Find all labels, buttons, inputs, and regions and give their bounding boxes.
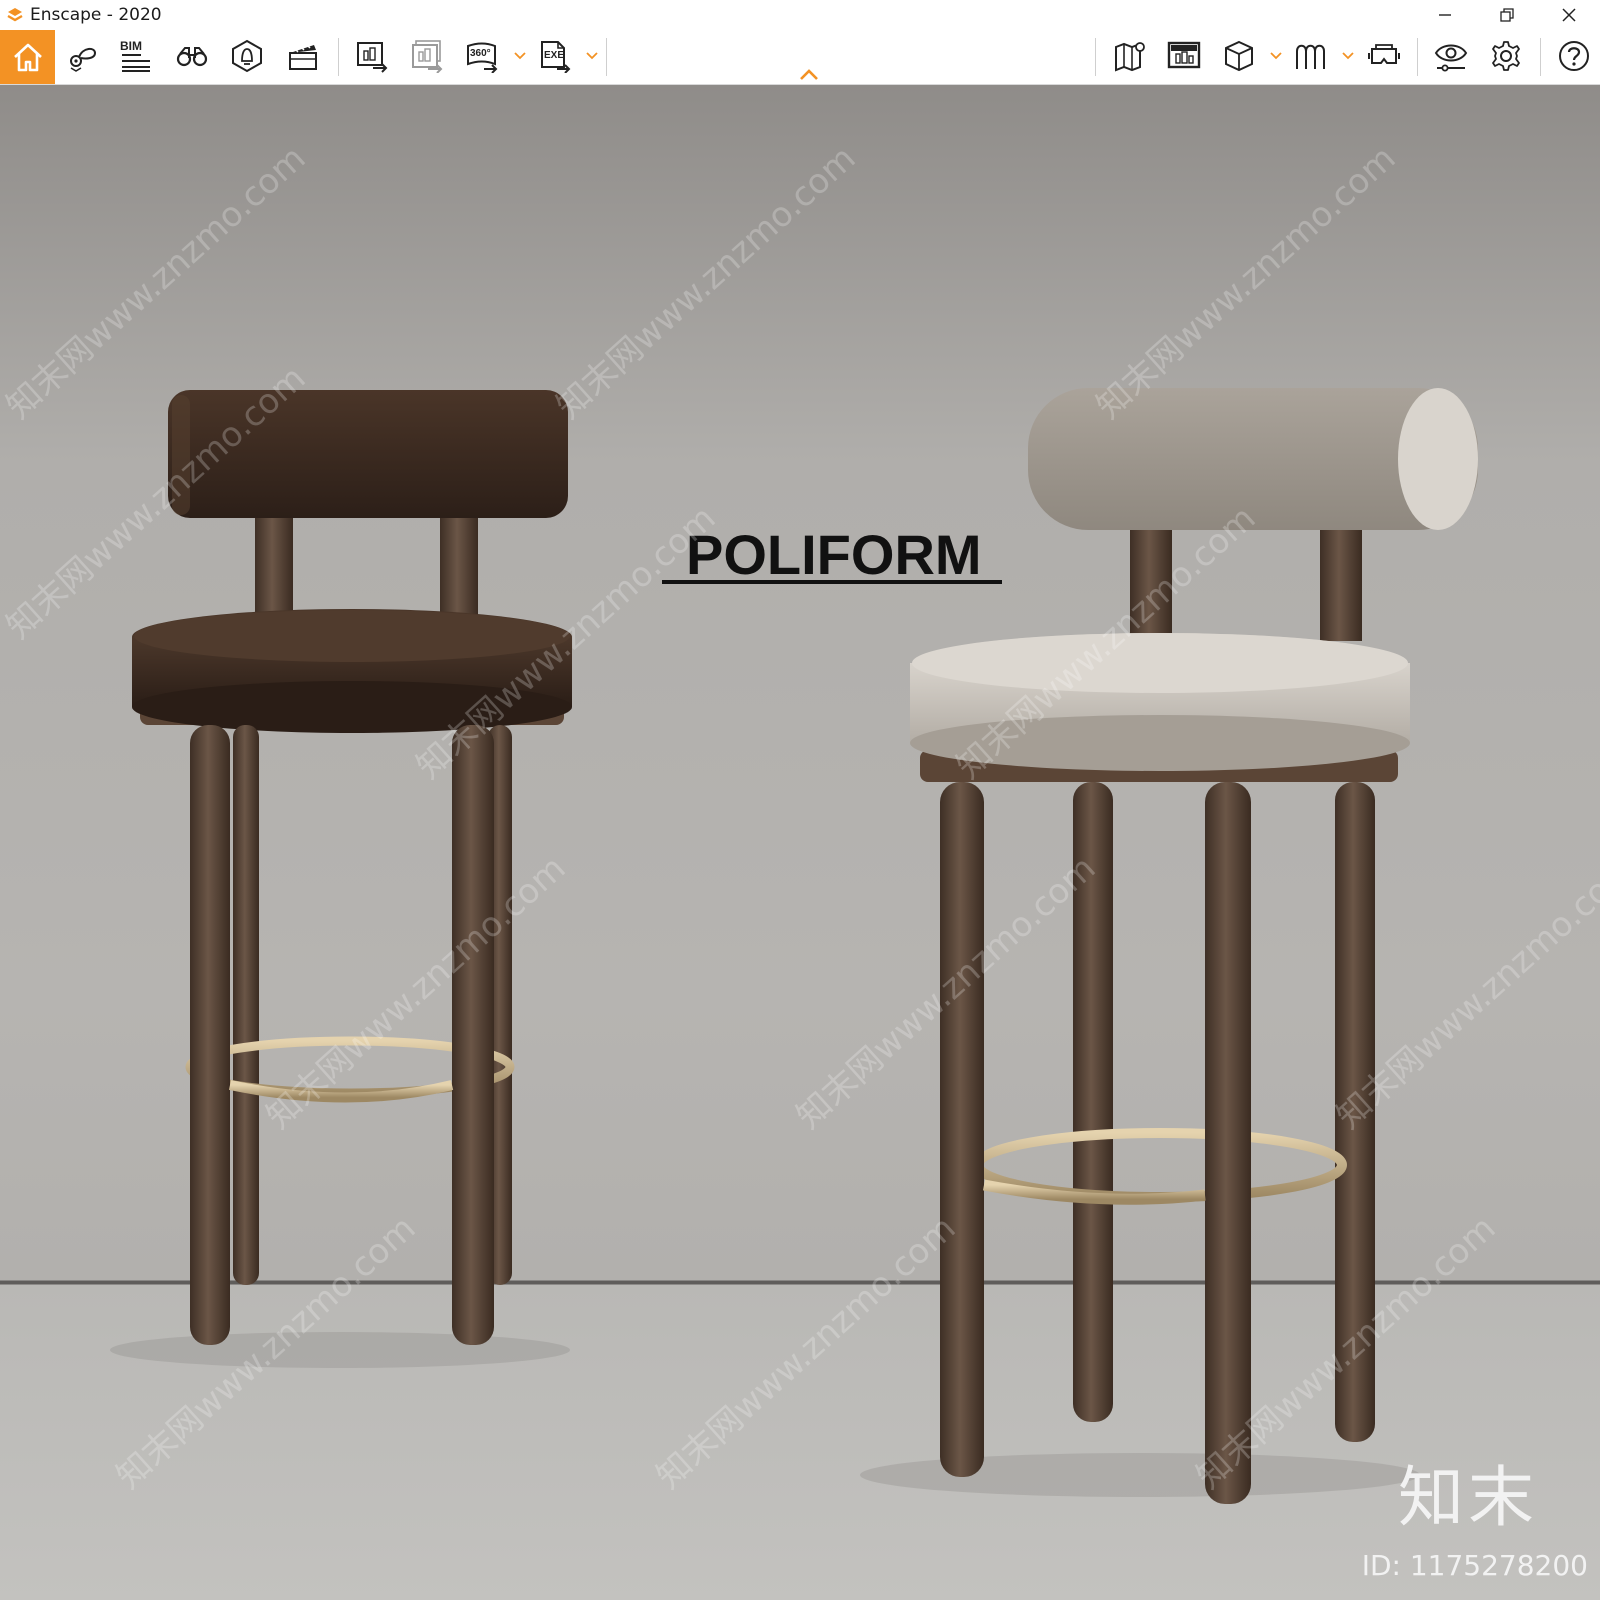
- chevron-down-icon[interactable]: [1342, 48, 1354, 64]
- atmosphere-button[interactable]: [1291, 36, 1331, 76]
- settings-button[interactable]: [1486, 36, 1526, 76]
- panorama-label: 360°: [470, 48, 491, 59]
- enscape-toolbar: BIM 360° EXE: [0, 30, 1600, 85]
- toolbar-separator: [606, 38, 607, 76]
- chevron-down-icon[interactable]: [586, 48, 598, 64]
- settings-gear-icon: [1492, 41, 1520, 71]
- batch-render-button[interactable]: [407, 36, 447, 76]
- collapse-toolbar-icon[interactable]: [798, 68, 820, 82]
- asset-library-icon: [1167, 41, 1201, 69]
- export-exe-button[interactable]: EXE: [535, 36, 575, 76]
- help-icon: [1559, 41, 1589, 71]
- window-title: Enscape - 2020: [30, 5, 162, 25]
- toolbar-separator: [1540, 38, 1541, 76]
- toolbar-separator: [1095, 38, 1096, 76]
- batch-render-icon: [412, 40, 443, 73]
- material-editor-button[interactable]: [1219, 36, 1259, 76]
- visual-settings-icon: [1434, 44, 1468, 72]
- minimize-icon[interactable]: [1414, 0, 1476, 30]
- exe-label: EXE: [544, 50, 565, 61]
- bim-label: BIM: [120, 39, 142, 53]
- corner-logo: 知末: [1398, 1459, 1538, 1536]
- title-bar: Enscape - 2020: [0, 0, 1600, 30]
- close-icon[interactable]: [1538, 0, 1600, 30]
- brand-text: POLIFORM: [686, 523, 982, 586]
- export-screenshot-icon: [357, 42, 388, 73]
- location-tag-icon: [70, 47, 97, 72]
- light-bulb-icon: [232, 39, 262, 73]
- clapperboard-icon: [289, 44, 317, 70]
- enscape-logo-icon: [6, 6, 24, 24]
- bim-icon: [122, 54, 150, 72]
- bim-button[interactable]: BIM: [116, 36, 156, 76]
- home-button[interactable]: [0, 30, 55, 84]
- light-view-button[interactable]: [227, 36, 267, 76]
- toolbar-separator: [1417, 38, 1418, 76]
- toolbar-separator: [338, 38, 339, 76]
- cube-icon: [1225, 40, 1253, 72]
- vr-headset-button[interactable]: [1364, 36, 1404, 76]
- video-editor-button[interactable]: [283, 36, 323, 76]
- asset-library-button[interactable]: [1164, 36, 1204, 76]
- panorama-button[interactable]: 360°: [462, 36, 502, 76]
- enscape-window: Enscape - 2020 BIM 360° EXE POLIFORM 知末网…: [0, 0, 1600, 1600]
- help-button[interactable]: [1554, 36, 1594, 76]
- restore-icon[interactable]: [1476, 0, 1538, 30]
- render-viewport[interactable]: POLIFORM 知末网www.znzmo.com 知末网www.znzmo.c…: [0, 85, 1600, 1600]
- image-id: ID: 1175278200: [1361, 1549, 1588, 1582]
- chevron-down-icon[interactable]: [1270, 48, 1282, 64]
- home-icon: [13, 43, 42, 72]
- views-button[interactable]: [62, 36, 102, 76]
- atmosphere-icon: [1296, 44, 1325, 69]
- map-icon: [1115, 42, 1145, 72]
- binoculars-button[interactable]: [172, 36, 212, 76]
- binoculars-icon: [176, 47, 208, 67]
- map-button[interactable]: [1110, 36, 1150, 76]
- visual-settings-button[interactable]: [1431, 36, 1471, 76]
- vr-headset-icon: [1368, 44, 1400, 64]
- screenshot-button[interactable]: [352, 36, 392, 76]
- chevron-down-icon[interactable]: [514, 48, 526, 64]
